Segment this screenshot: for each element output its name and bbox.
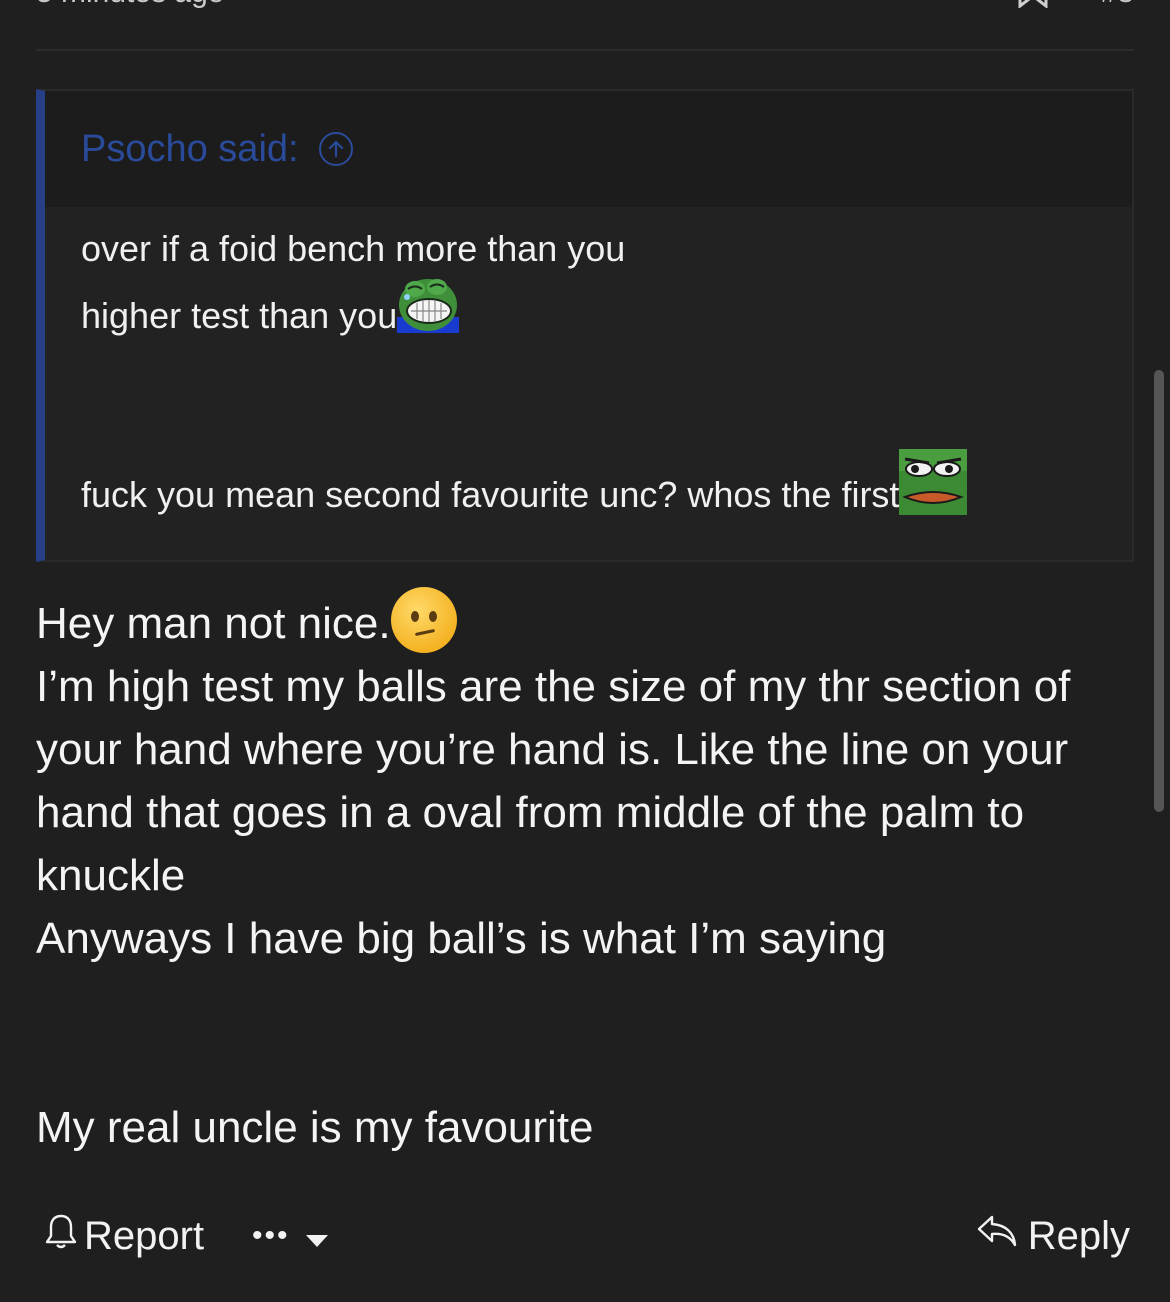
post-actions: Report ••• Reply <box>36 1208 1130 1264</box>
report-label: Report <box>84 1213 205 1258</box>
pepe-staring-emoji <box>899 449 968 534</box>
message-line: Hey man not nice. <box>36 587 1136 655</box>
message-line: hand that goes in a oval from middle of … <box>36 788 1025 837</box>
confused-face-emoji <box>390 587 457 654</box>
pepe-laughing-emoji <box>397 273 460 352</box>
quote-line: over if a foid bench more than you <box>81 228 626 269</box>
message-line: I’m high test my balls are the size of m… <box>36 662 1071 711</box>
reply-button[interactable]: Reply <box>976 1208 1130 1264</box>
reply-arrow-icon <box>976 1213 1018 1259</box>
scrollbar[interactable] <box>1154 370 1164 812</box>
quote-line: fuck you mean second favourite unc? whos… <box>81 449 968 540</box>
post-time[interactable]: 5 minutes ago <box>36 0 224 8</box>
report-button[interactable]: Report <box>44 1208 204 1264</box>
bell-icon <box>44 1212 78 1260</box>
share-icon[interactable] <box>939 0 965 14</box>
ellipsis-icon: ••• <box>252 1219 290 1252</box>
arrow-up-circle-icon[interactable] <box>318 132 353 166</box>
post-meta-icons: #8 <box>939 0 1134 14</box>
message-line: knuckle <box>36 851 186 900</box>
forum-post-page: 5 minutes ago #8 Psocho said: over if a … <box>0 0 1170 1302</box>
post-message: Hey man not nice. I’m high test my balls… <box>36 587 1136 1159</box>
quote-header: Psocho said: <box>45 91 1132 207</box>
reply-label: Reply <box>1027 1213 1130 1258</box>
quote-block: Psocho said: over if a foid bench more t… <box>36 89 1134 562</box>
divider <box>36 49 1134 51</box>
post-number[interactable]: #8 <box>1101 0 1134 8</box>
post-meta-row: 5 minutes ago #8 <box>36 0 1134 10</box>
quote-line: higher test than you <box>81 279 460 358</box>
bookmark-icon[interactable] <box>1017 0 1049 14</box>
message-line: Anyways I have big ball’s is what I’m sa… <box>36 914 887 963</box>
message-line: your hand where you’re hand is. Like the… <box>36 725 1069 774</box>
quote-author-link[interactable]: Psocho said: <box>81 128 299 171</box>
caret-down-icon <box>304 1214 330 1259</box>
message-line: My real uncle is my favourite <box>36 1103 594 1152</box>
more-options-button[interactable]: ••• <box>252 1208 330 1264</box>
